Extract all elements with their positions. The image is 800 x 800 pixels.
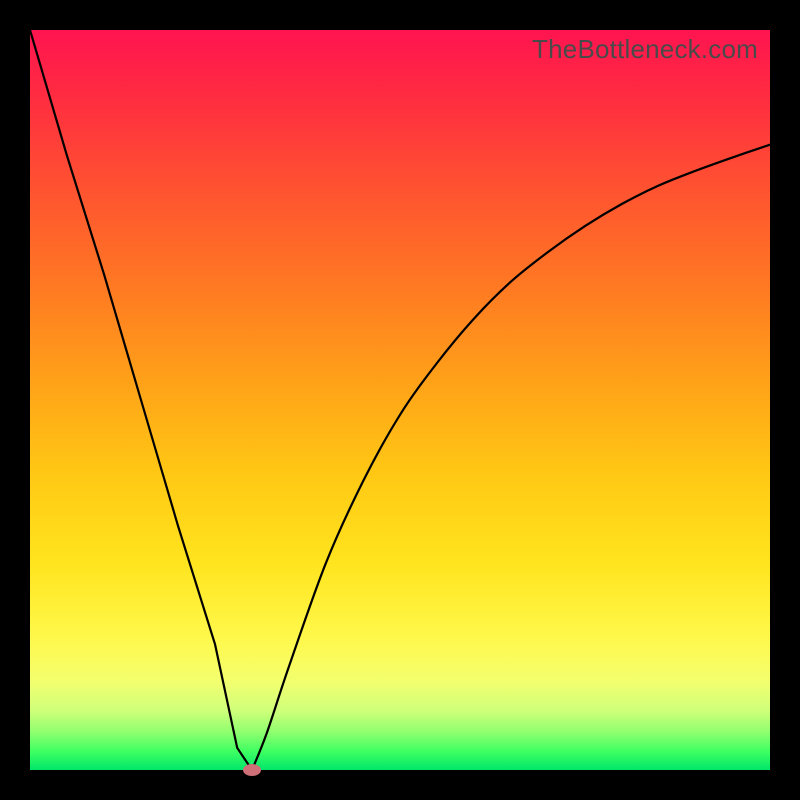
minimum-marker [243,764,261,776]
curve-right-branch [252,145,770,770]
chart-frame: TheBottleneck.com [0,0,800,800]
curve-svg [30,30,770,770]
curve-left-branch [30,30,252,770]
plot-area: TheBottleneck.com [30,30,770,770]
